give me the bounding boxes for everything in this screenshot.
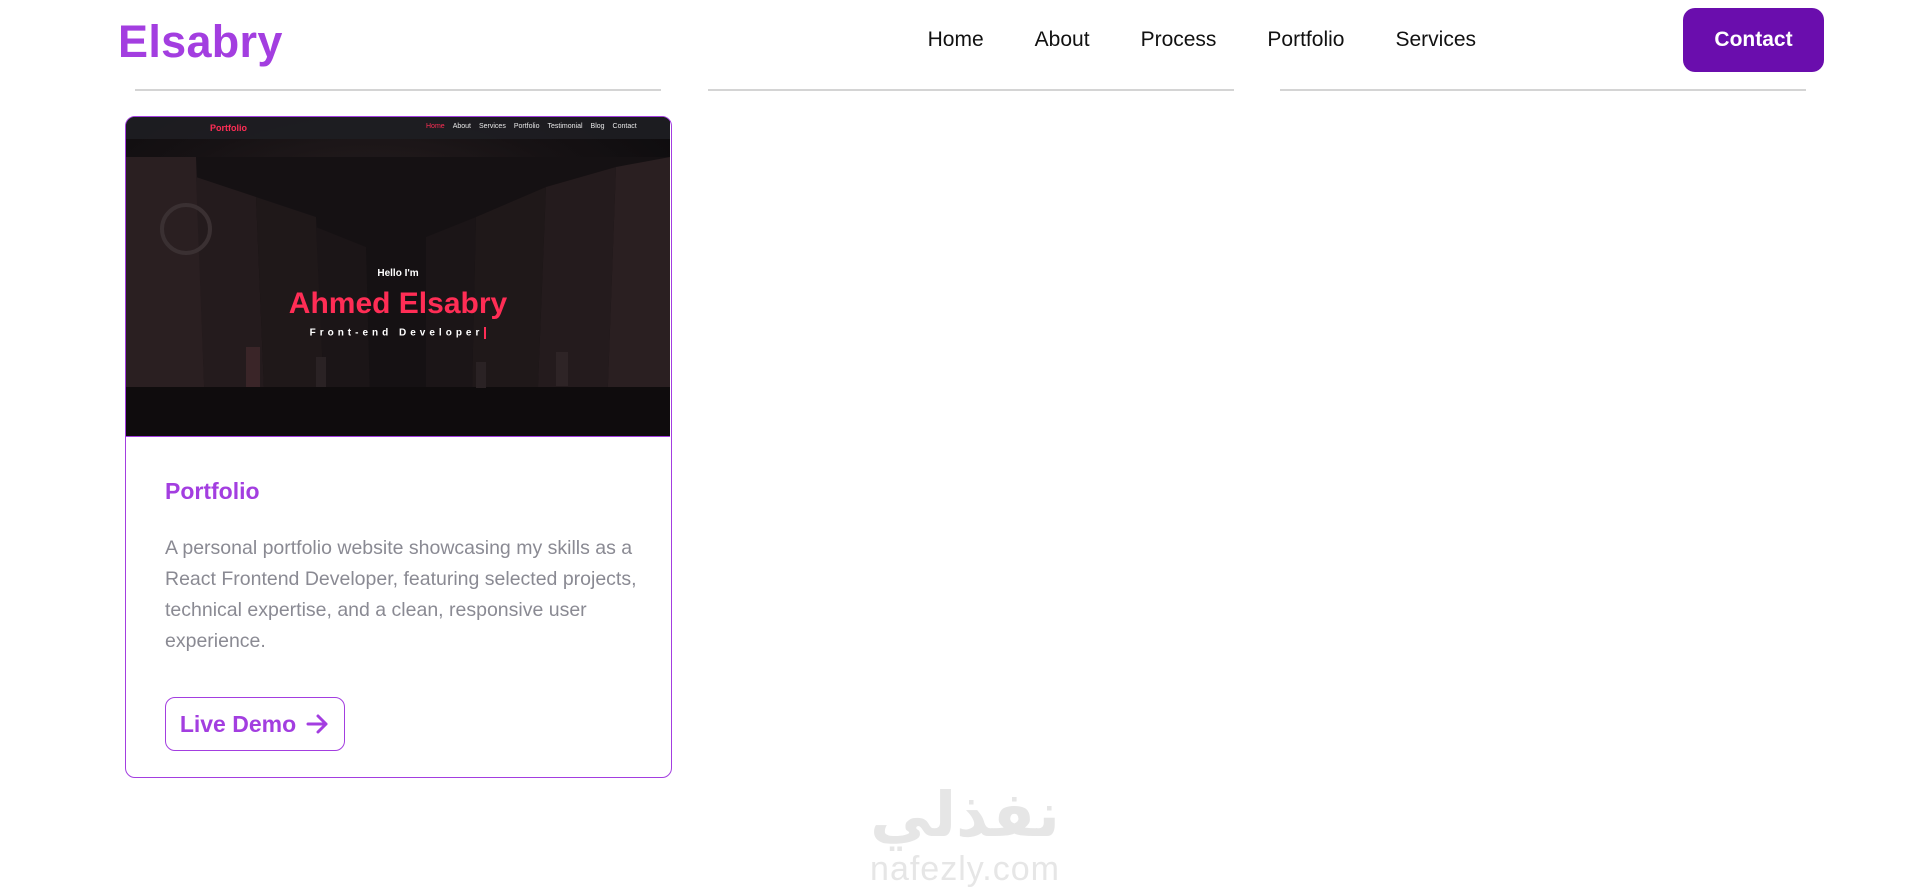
typing-cursor-icon [484,327,487,339]
mini-nav-item: Portfolio [513,123,540,130]
mini-nav-item: About [452,123,471,130]
divider [708,89,1234,91]
site-header: Elsabry Home About Process Portfolio Ser… [0,0,1920,84]
divider [1280,89,1806,91]
nafezly-watermark: نفذلي nafezly.com [855,778,1075,888]
mini-nav-links: Home About Services Portfolio Testimonia… [426,123,637,130]
arrow-right-icon [306,714,328,734]
brand-logo[interactable]: Elsabry [118,16,283,68]
mini-nav-item: Testimonial [547,123,583,130]
mini-nav-item: Services [478,123,506,130]
project-thumbnail: Portfolio Home About Services Portfolio … [126,117,670,437]
main-nav: Home About Process Portfolio Services [928,28,1476,52]
nav-home[interactable]: Home [928,28,984,52]
nav-about[interactable]: About [1035,28,1090,52]
nav-services[interactable]: Services [1395,28,1476,52]
nav-portfolio[interactable]: Portfolio [1267,28,1344,52]
divider [135,89,661,91]
hero-greeting: Hello I'm [377,268,419,279]
mini-site-nav: Portfolio Home About Services Portfolio … [126,117,670,139]
hero-name: Ahmed Elsabry [288,287,508,320]
live-demo-label: Live Demo [179,710,297,737]
hero-role-text: Front-end Developer [309,327,484,339]
contact-button[interactable]: Contact [1683,8,1824,72]
live-demo-button[interactable]: Live Demo [165,697,345,751]
mini-brand: Portfolio [210,123,247,133]
mini-nav-item: Home [426,123,445,130]
watermark-arabic: نفذلي [870,778,1060,851]
watermark-latin: nafezly.com [870,850,1060,888]
mini-nav-item: Blog [590,123,605,130]
hero-role: Front-end Developer [126,327,670,339]
project-title: Portfolio [165,478,260,504]
project-card: Portfolio Home About Services Portfolio … [125,116,672,778]
nav-process[interactable]: Process [1141,28,1217,52]
mini-nav-item: Contact [612,123,637,130]
project-description: A personal portfolio website showcasing … [165,537,637,652]
